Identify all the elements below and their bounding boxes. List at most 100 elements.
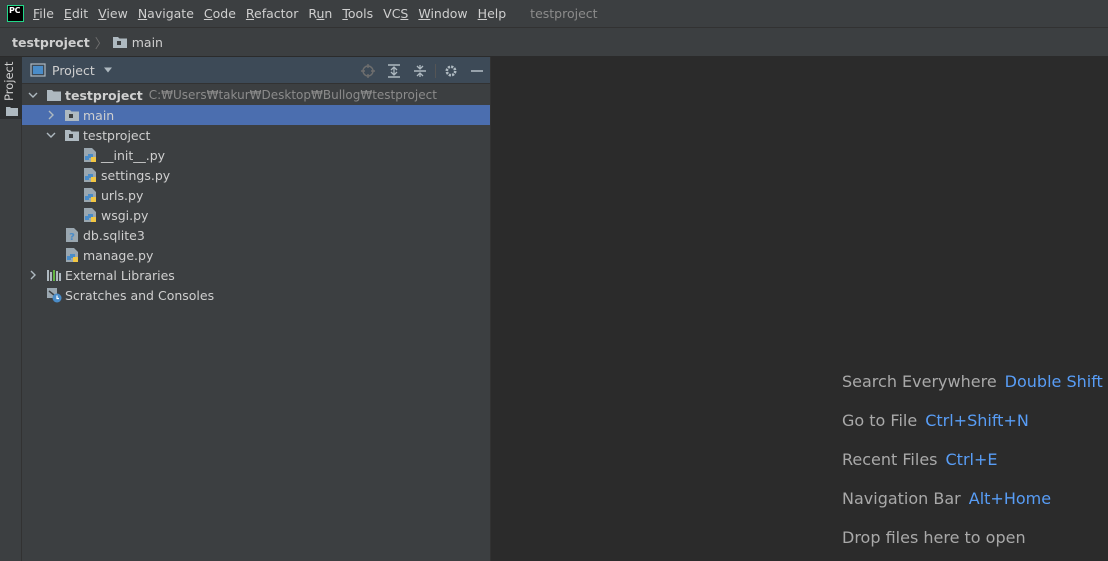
editor-hint: Go to File Ctrl+Shift+N bbox=[842, 411, 1029, 430]
menu-bar: PC File Edit View Navigate Code Refactor Run To… bbox=[0, 0, 1108, 28]
folder-icon bbox=[46, 87, 62, 103]
unknown-file-icon: ? bbox=[64, 227, 80, 243]
menu-item-text: VC bbox=[383, 6, 401, 21]
menu-item-text: R bbox=[245, 6, 255, 21]
menu-item-text: avigate bbox=[147, 6, 194, 21]
menu-item-text: N bbox=[137, 6, 148, 21]
tree-item-label: testproject bbox=[83, 127, 151, 143]
tree-item-db-sqlite3[interactable]: ? db.sqlite3 bbox=[22, 225, 490, 245]
editor-hint-text: Recent Files bbox=[842, 450, 938, 469]
tree-item-label: manage.py bbox=[83, 247, 154, 263]
menu-item-text: indow bbox=[430, 6, 468, 21]
editor-hint: Recent Files Ctrl+E bbox=[842, 450, 997, 469]
main-menu: File Edit View Navigate Code Refactor Run Tools… bbox=[33, 6, 516, 21]
tree-item-urls-py[interactable]: urls.py bbox=[22, 185, 490, 205]
python-file-icon bbox=[82, 167, 98, 183]
tree-item-label: Scratches and Consoles bbox=[65, 287, 215, 303]
package-folder-icon bbox=[112, 37, 127, 48]
breadcrumb-item-main[interactable]: main bbox=[112, 35, 163, 50]
editor-hint-shortcut: Alt+Home bbox=[968, 489, 1052, 508]
expand-all-icon[interactable] bbox=[381, 57, 407, 84]
minimize-icon[interactable] bbox=[464, 57, 490, 84]
tree-item-manage-py[interactable]: manage.py bbox=[22, 245, 490, 265]
editor-hint-text: Search Everywhere bbox=[842, 372, 997, 391]
collapse-all-icon[interactable] bbox=[407, 57, 433, 84]
tree-item-main[interactable]: main bbox=[22, 105, 490, 125]
editor-hint: Navigation Bar Alt+Home bbox=[842, 489, 1051, 508]
tree-item-testproject[interactable]: testproject bbox=[22, 125, 490, 145]
breadcrumb-item-label: main bbox=[131, 34, 163, 50]
menu-item-edit[interactable]: Edit bbox=[64, 6, 88, 21]
project-panel-toolbar bbox=[355, 57, 490, 84]
tree-item-label: urls.py bbox=[101, 187, 144, 203]
chevron-right-icon[interactable] bbox=[28, 270, 38, 280]
project-panel-header: Project bbox=[22, 57, 490, 84]
menu-item-text: W bbox=[418, 6, 431, 21]
menu-item-text: iew bbox=[106, 6, 128, 21]
package-folder-icon bbox=[64, 127, 80, 143]
package-folder-icon bbox=[64, 107, 80, 123]
menu-item-view[interactable]: View bbox=[98, 6, 128, 21]
tree-item-wsgi-py[interactable]: wsgi.py bbox=[22, 205, 490, 225]
menu-item-file[interactable]: File bbox=[33, 6, 54, 21]
breadcrumb: testproject 〉 main bbox=[0, 28, 1108, 57]
menu-item-text: H bbox=[477, 6, 488, 21]
editor-hint: Drop files here to open bbox=[842, 528, 1026, 547]
editor-hint-text: Drop files here to open bbox=[842, 528, 1026, 547]
toolbar-divider bbox=[435, 63, 436, 78]
tree-item-external-libraries[interactable]: External Libraries bbox=[22, 265, 490, 285]
menu-item-vcs[interactable]: VCS bbox=[383, 6, 408, 21]
project-tool-tab[interactable]: Project bbox=[0, 57, 22, 119]
menu-item-text: dit bbox=[71, 6, 89, 21]
breadcrumb-separator: 〉 bbox=[94, 36, 108, 52]
tree-item-scratches-and-consoles[interactable]: Scratches and Consoles bbox=[22, 285, 490, 305]
menu-item-help[interactable]: Help bbox=[478, 6, 507, 21]
tree-item-label: settings.py bbox=[101, 167, 171, 183]
python-file-icon bbox=[82, 207, 98, 223]
menu-item-tools[interactable]: Tools bbox=[342, 6, 373, 21]
breadcrumb-root[interactable]: testproject bbox=[12, 35, 90, 50]
gear-icon[interactable] bbox=[438, 57, 464, 84]
tree-item-settings-py[interactable]: settings.py bbox=[22, 165, 490, 185]
tree-item-init-py[interactable]: __init__.py bbox=[22, 145, 490, 165]
chevron-down-icon[interactable] bbox=[28, 90, 38, 100]
tree-item-testproject[interactable]: testproject C:₩Users₩takur₩Desktop₩Bullog… bbox=[22, 85, 490, 105]
project-panel-title[interactable]: Project bbox=[52, 63, 95, 78]
tool-window-stripe: Project bbox=[0, 57, 22, 561]
locate-icon[interactable] bbox=[355, 57, 381, 84]
project-panel: Project testproject C:₩Users₩takur₩Deskto… bbox=[22, 57, 491, 561]
menu-item-window[interactable]: Window bbox=[418, 6, 467, 21]
menu-item-text: ile bbox=[39, 6, 54, 21]
menu-item-code[interactable]: Code bbox=[204, 6, 236, 21]
chevron-down-icon[interactable] bbox=[103, 67, 113, 73]
menu-item-text: E bbox=[63, 6, 72, 21]
tree-item-label: testproject bbox=[65, 87, 143, 103]
menu-item-text: ools bbox=[347, 6, 374, 21]
editor-hint-text: Navigation Bar bbox=[842, 489, 961, 508]
chevron-right-icon[interactable] bbox=[46, 110, 56, 120]
editor-hint: Search Everywhere Double Shift bbox=[842, 372, 1103, 391]
menu-item-navigate[interactable]: Navigate bbox=[138, 6, 194, 21]
tree-item-label: wsgi.py bbox=[101, 207, 149, 223]
menu-item-text: elp bbox=[487, 6, 507, 21]
editor-hint-shortcut: Ctrl+E bbox=[945, 450, 998, 469]
menu-item-run[interactable]: Run bbox=[308, 6, 332, 21]
libraries-icon bbox=[46, 267, 62, 283]
menu-item-text: n bbox=[324, 6, 333, 21]
editor-area bbox=[491, 57, 1108, 561]
folder-icon bbox=[6, 107, 18, 116]
project-tool-tab-label: Project bbox=[2, 61, 16, 101]
menu-item-refactor[interactable]: Refactor bbox=[246, 6, 298, 21]
editor-hint-text: Go to File bbox=[842, 411, 918, 430]
menu-item-text: C bbox=[203, 6, 213, 21]
project-view-icon bbox=[30, 63, 46, 77]
chevron-down-icon[interactable] bbox=[46, 130, 56, 140]
python-file-icon bbox=[82, 187, 98, 203]
svg-text:?: ? bbox=[69, 232, 75, 243]
tree-item-label: External Libraries bbox=[65, 267, 175, 283]
